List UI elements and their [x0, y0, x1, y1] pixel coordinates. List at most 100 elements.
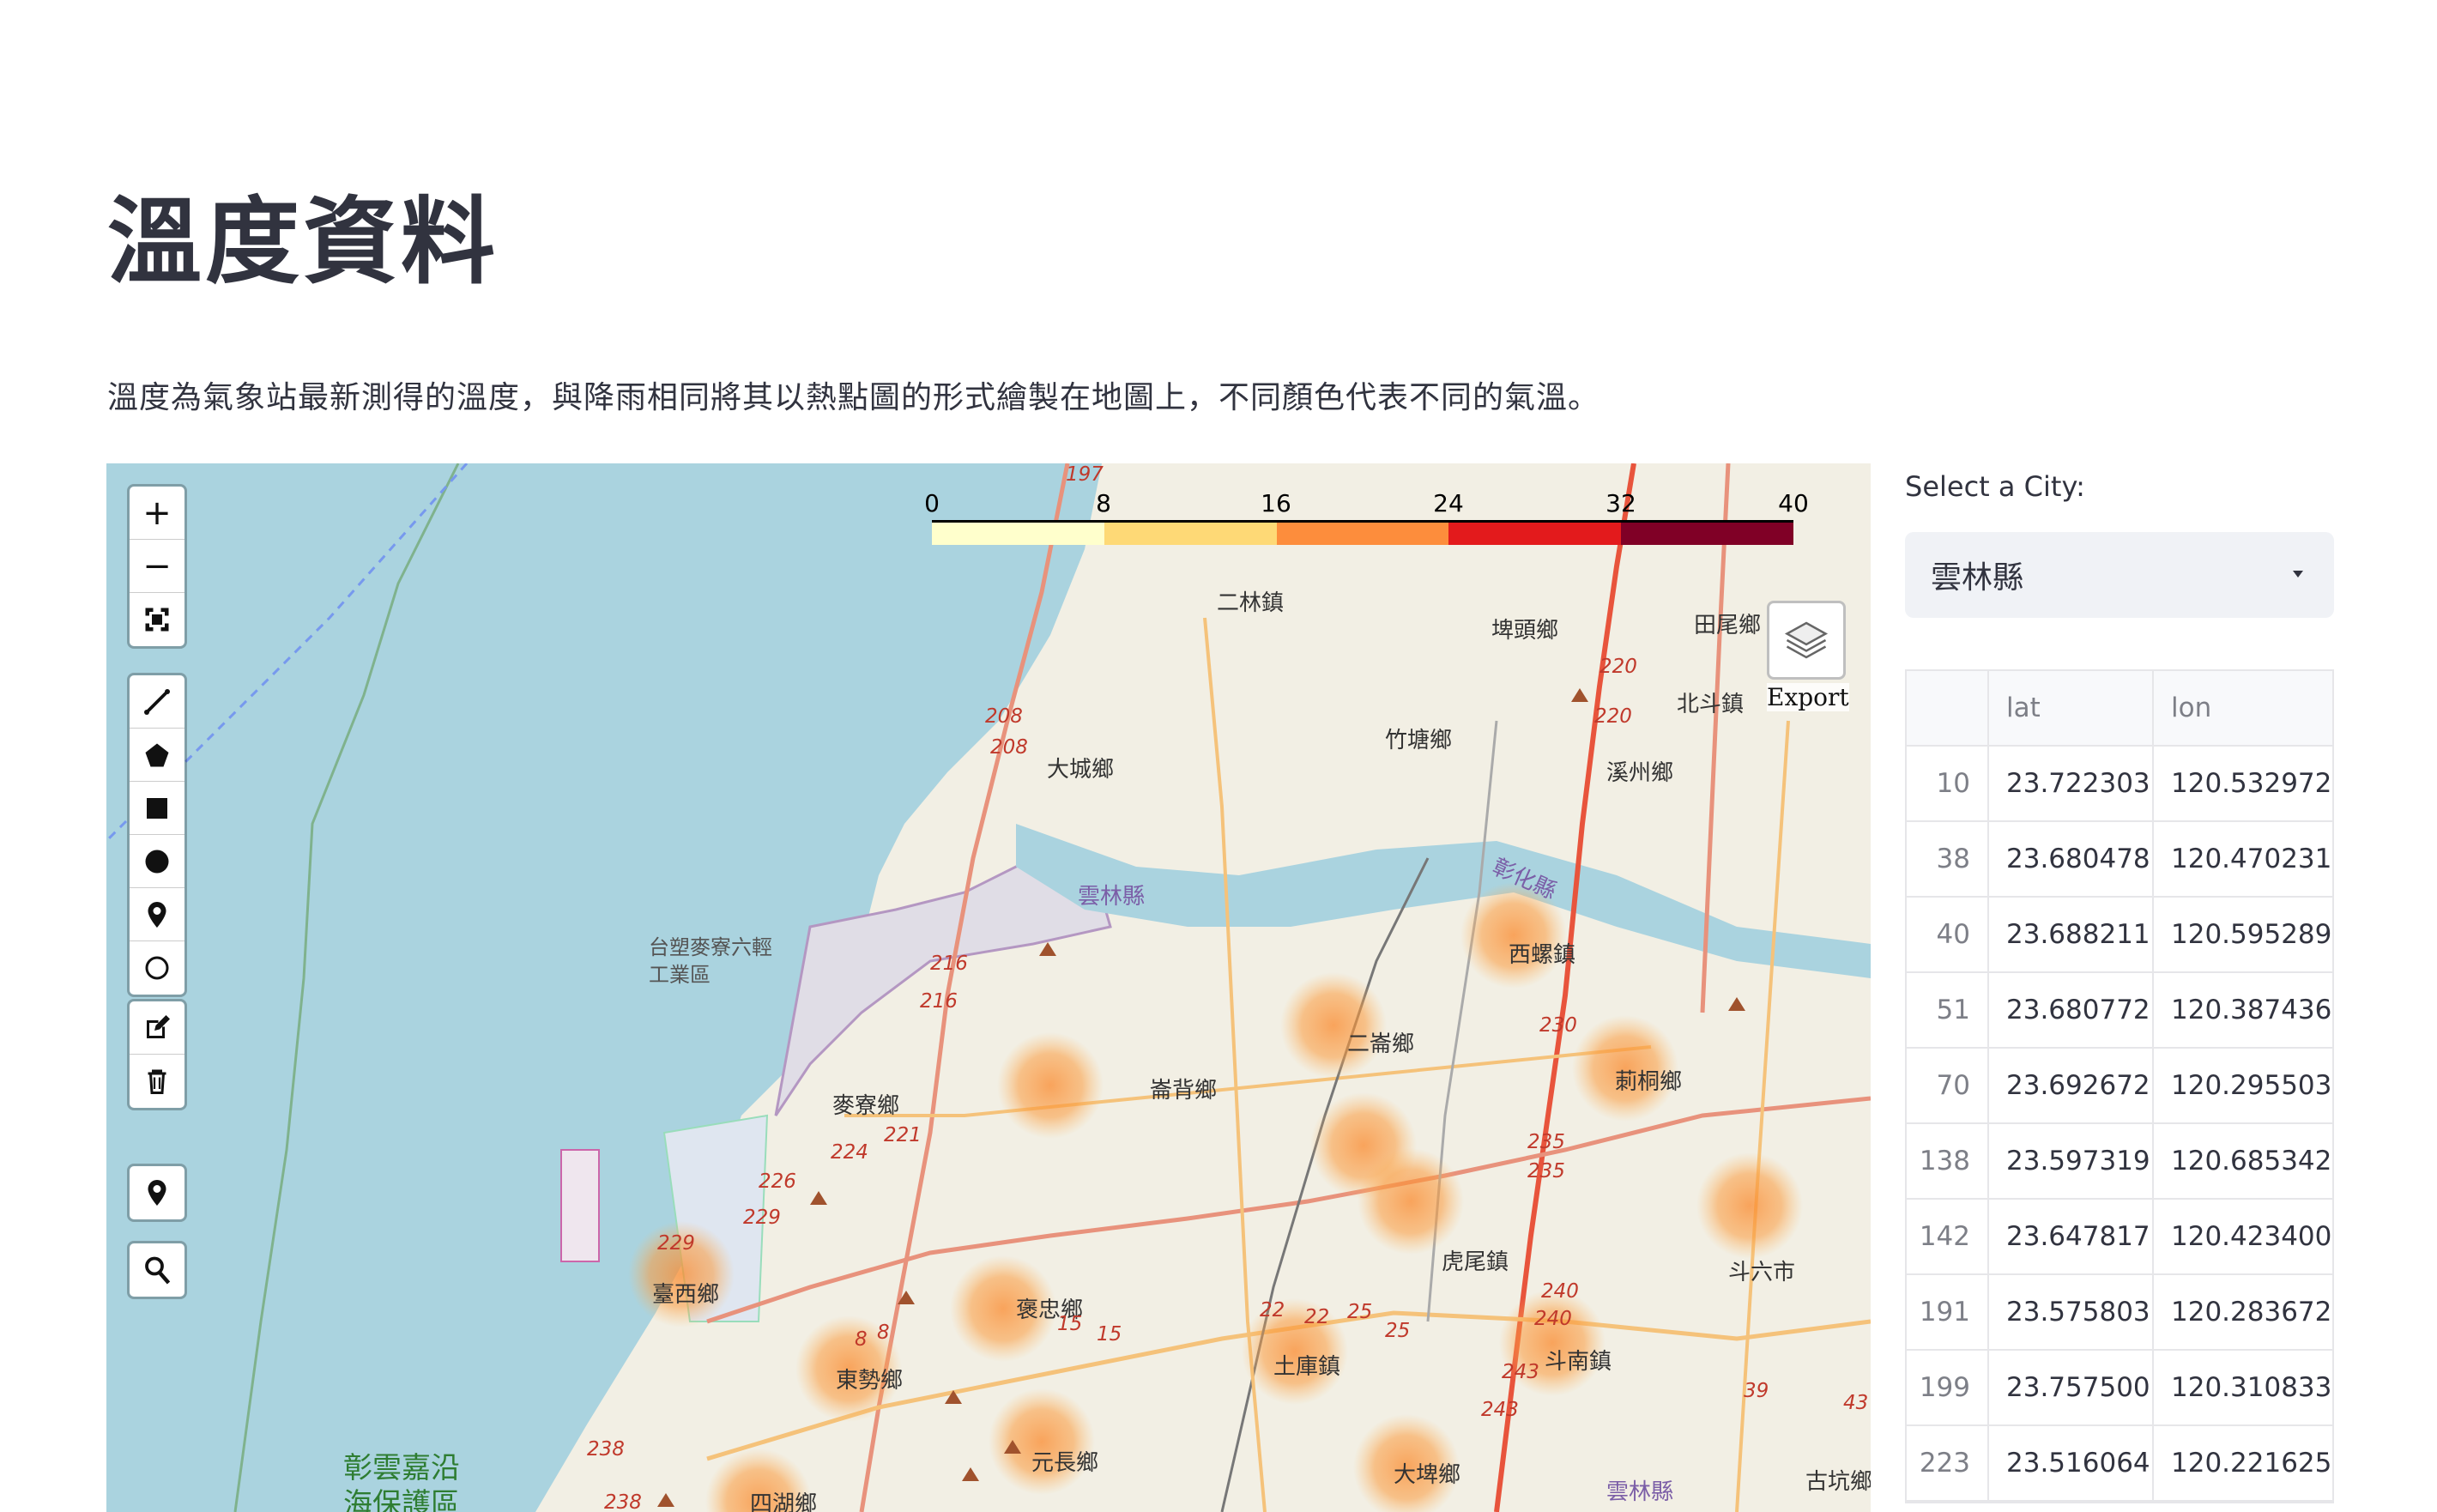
place-label: 大城鄉 [1047, 757, 1115, 783]
table-row[interactable]: 199 23.757500 120.310833 [1907, 1351, 2332, 1426]
row-index: 51 [1907, 973, 1989, 1047]
edit-icon[interactable] [130, 1001, 184, 1055]
lat-cell[interactable]: 23.692672 [1989, 1049, 2154, 1122]
route-label: 15 [1097, 1323, 1122, 1346]
lon-cell[interactable]: 120.283672 [2154, 1275, 2332, 1349]
marker-icon[interactable] [130, 888, 184, 941]
route-label: 8 [877, 1321, 890, 1344]
layers-icon[interactable] [1767, 601, 1846, 680]
locate-icon[interactable] [130, 1166, 184, 1219]
route-label: 235 [1527, 1131, 1565, 1153]
place-label: 二林鎮 [1217, 590, 1285, 616]
place-label: 東勢鄉 [836, 1368, 904, 1394]
table-row[interactable]: 223 23.516064 120.221625 [1907, 1426, 2332, 1502]
table-row[interactable]: 51 23.680772 120.387436 [1907, 973, 2332, 1049]
column-header[interactable]: lon [2154, 671, 2332, 745]
route-label: 220 [1594, 705, 1632, 728]
zoom-toolbar: + − [127, 484, 187, 649]
chevron-down-icon [2288, 567, 2308, 584]
temperature-colorbar: 0 8 16 24 32 40 [924, 489, 1809, 545]
lat-cell[interactable]: 23.647817 [1989, 1200, 2154, 1273]
colorbar-segment [1621, 523, 1793, 545]
lat-cell[interactable]: 23.757500 [1989, 1351, 2154, 1424]
column-header[interactable]: lat [1989, 671, 2154, 745]
fullscreen-icon[interactable] [130, 593, 184, 646]
route-label: 43 [1843, 1392, 1869, 1414]
lon-cell[interactable]: 120.295503 [2154, 1049, 2332, 1122]
lon-cell[interactable]: 120.532972 [2154, 747, 2332, 820]
lat-cell[interactable]: 23.688211 [1989, 898, 2154, 971]
heatmap-map[interactable]: 二林鎮 埤頭鄉 田尾鄉 北斗鎮 竹塘鄉 溪州鄉 大城鄉 雲林縣 西螺鎮 二崙鄉 … [106, 463, 1871, 1512]
lat-cell[interactable]: 23.516064 [1989, 1426, 2154, 1500]
lon-cell[interactable]: 120.470231 [2154, 822, 2332, 896]
place-label: 雲林縣 [1078, 884, 1146, 910]
lat-cell[interactable]: 23.722303 [1989, 747, 2154, 820]
table-row[interactable]: 138 23.597319 120.685342 [1907, 1124, 2332, 1200]
city-select-value: 雲林縣 [1931, 560, 2024, 596]
table-row[interactable]: 142 23.647817 120.423400 [1907, 1200, 2332, 1275]
minus-icon[interactable]: − [130, 540, 184, 593]
export-label[interactable]: Export [1767, 683, 1849, 711]
lon-cell[interactable]: 120.595289 [2154, 898, 2332, 971]
place-label: 二崙鄉 [1347, 1031, 1415, 1057]
route-label: 22 [1260, 1299, 1285, 1321]
colorbar-tick: 16 [1261, 489, 1291, 517]
route-label: 22 [1304, 1306, 1330, 1328]
stations-table[interactable]: lat lon 10 23.722303 120.532972 38 23.68… [1905, 669, 2334, 1503]
lon-cell[interactable]: 120.387436 [2154, 973, 2332, 1047]
place-label: 虎尾鎮 [1442, 1249, 1509, 1275]
table-row[interactable]: 10 23.722303 120.532972 [1907, 747, 2332, 822]
export-control[interactable]: Export [1767, 601, 1849, 711]
circle-icon[interactable] [130, 835, 184, 888]
place-label: 北斗鎮 [1677, 692, 1745, 717]
search-icon[interactable] [130, 1243, 184, 1297]
place-label: 臺西鄉 [652, 1282, 720, 1308]
polygon-icon[interactable] [130, 729, 184, 782]
table-row[interactable]: 40 23.688211 120.595289 [1907, 898, 2332, 973]
route-label: 8 [855, 1328, 868, 1351]
route-label: 221 [884, 1124, 922, 1146]
row-index: 142 [1907, 1200, 1989, 1273]
table-row[interactable]: 70 23.692672 120.295503 [1907, 1049, 2332, 1124]
row-index: 70 [1907, 1049, 1989, 1122]
edit-toolbar [127, 999, 187, 1110]
place-label: 溪州鄉 [1606, 760, 1674, 786]
lon-cell[interactable]: 120.310833 [2154, 1351, 2332, 1424]
table-row[interactable]: 191 23.575803 120.283672 [1907, 1275, 2332, 1351]
lat-cell[interactable]: 23.680478 [1989, 822, 2154, 896]
row-index: 38 [1907, 822, 1989, 896]
colorbar-tick: 32 [1606, 489, 1636, 517]
page-description: 溫度為氣象站最新測得的溫度，與降雨相同將其以熱點圖的形式繪製在地圖上，不同顏色代… [107, 380, 1600, 415]
colorbar-segment [1276, 523, 1449, 545]
lon-cell[interactable]: 120.221625 [2154, 1426, 2332, 1500]
place-label: 莿桐鄉 [1615, 1069, 1683, 1095]
polyline-icon[interactable] [130, 675, 184, 729]
lat-cell[interactable]: 23.597319 [1989, 1124, 2154, 1198]
place-label: 台塑麥寮六輕工業區 [649, 935, 772, 987]
route-label: 243 [1481, 1399, 1519, 1421]
lat-cell[interactable]: 23.680772 [1989, 973, 2154, 1047]
circle-marker-icon[interactable] [130, 941, 184, 995]
place-label: 崙背鄉 [1150, 1078, 1218, 1104]
lon-cell[interactable]: 120.685342 [2154, 1124, 2332, 1198]
route-label: 25 [1385, 1320, 1411, 1342]
lon-cell[interactable]: 120.423400 [2154, 1200, 2332, 1273]
place-label: 埤頭鄉 [1491, 618, 1559, 644]
rectangle-icon[interactable] [130, 782, 184, 835]
route-label: 226 [759, 1170, 796, 1193]
place-label: 斗南鎮 [1545, 1349, 1612, 1375]
table-header-row: lat lon [1907, 671, 2332, 747]
lat-cell[interactable]: 23.575803 [1989, 1275, 2154, 1349]
plus-icon[interactable]: + [130, 487, 184, 540]
trash-icon[interactable] [130, 1055, 184, 1108]
city-select-label: Select a City: [1905, 470, 2085, 503]
city-select[interactable]: 雲林縣 [1905, 532, 2334, 618]
table-row[interactable]: 38 23.680478 120.470231 [1907, 822, 2332, 898]
route-label: 15 [1057, 1313, 1083, 1335]
colorbar-segment [1448, 523, 1622, 545]
row-index: 199 [1907, 1351, 1989, 1424]
column-header[interactable] [1907, 671, 1989, 745]
row-index: 191 [1907, 1275, 1989, 1349]
route-label: 238 [587, 1438, 625, 1461]
place-label: 彰雲嘉沿海保護區 [343, 1451, 460, 1512]
